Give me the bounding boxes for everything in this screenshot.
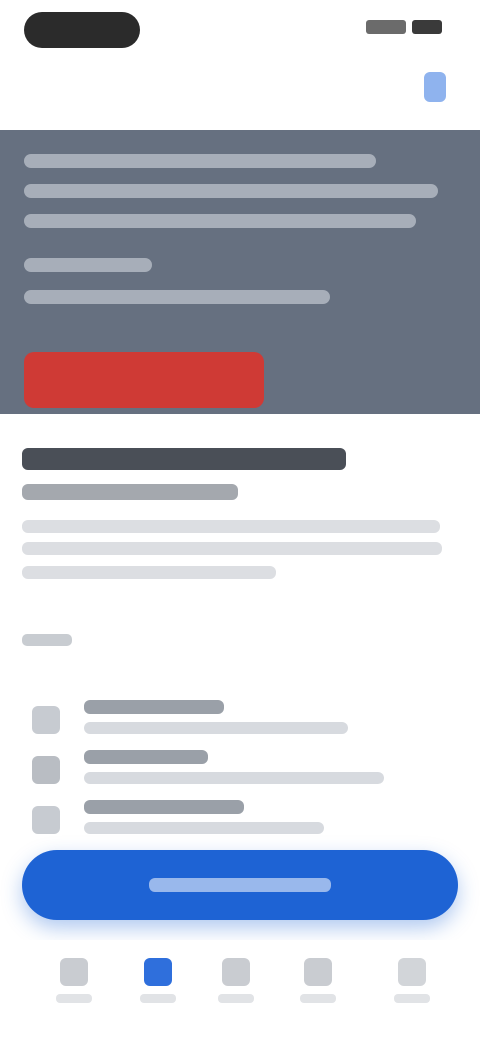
hero-headline-line xyxy=(24,184,438,198)
section-label xyxy=(22,634,72,646)
dynamic-island xyxy=(24,12,140,48)
menu-icon[interactable] xyxy=(424,72,446,102)
list-item[interactable] xyxy=(22,700,442,744)
hero-cta-button[interactable] xyxy=(24,352,264,408)
list-item[interactable] xyxy=(22,800,442,844)
nav-label xyxy=(394,994,430,1003)
list-item-title xyxy=(84,750,208,764)
primary-action-label xyxy=(149,878,331,892)
home-icon[interactable] xyxy=(60,958,88,986)
status-indicators xyxy=(366,20,442,34)
hero-meta-line xyxy=(24,258,152,272)
list-item-subtitle xyxy=(84,822,324,834)
document-icon xyxy=(32,756,60,784)
hero-headline-line xyxy=(24,214,416,228)
hero-headline-line xyxy=(24,154,376,168)
list-item-title xyxy=(84,700,224,714)
nav-label xyxy=(140,994,176,1003)
battery-icon xyxy=(412,20,442,34)
hero-meta-line xyxy=(24,290,330,304)
compass-icon[interactable] xyxy=(144,958,172,986)
list-item[interactable] xyxy=(22,750,442,794)
nav-label xyxy=(300,994,336,1003)
primary-action-button[interactable] xyxy=(22,850,458,920)
article-subtitle xyxy=(22,484,238,500)
bottom-navigation xyxy=(0,940,480,1040)
bookmark-icon[interactable] xyxy=(304,958,332,986)
article-body-line xyxy=(22,566,276,579)
top-bar xyxy=(0,62,480,128)
info-icon xyxy=(32,806,60,834)
article-body-line xyxy=(22,520,440,533)
grid-icon[interactable] xyxy=(222,958,250,986)
list-item-subtitle xyxy=(84,772,384,784)
check-icon xyxy=(32,706,60,734)
status-bar xyxy=(0,0,480,62)
article-title xyxy=(22,448,346,470)
list-item-title xyxy=(84,800,244,814)
hero-banner xyxy=(0,130,480,414)
user-icon[interactable] xyxy=(398,958,426,986)
nav-label xyxy=(56,994,92,1003)
list-item-subtitle xyxy=(84,722,348,734)
article-body-line xyxy=(22,542,442,555)
nav-label xyxy=(218,994,254,1003)
signal-icon xyxy=(366,20,406,34)
